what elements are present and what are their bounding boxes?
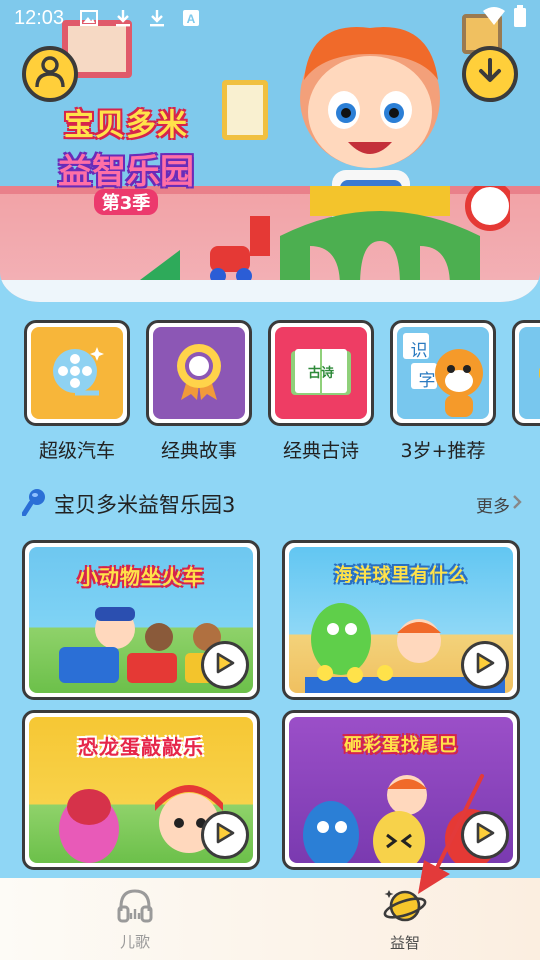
video-title: 砸彩蛋找尾巴	[344, 735, 458, 756]
book-label: 古诗	[307, 366, 334, 381]
category-tile-bg	[31, 327, 123, 419]
section-title: 宝贝多米益智乐园3	[54, 493, 236, 517]
pointer-arrow-annotation	[418, 774, 484, 894]
category-super-cars[interactable]: 超级汽车	[24, 320, 130, 470]
video-thumbnail: 小动物坐火车	[29, 547, 253, 693]
tile-char: 字	[418, 371, 436, 391]
category-tile: 识 字	[390, 320, 496, 426]
category-tile-bg	[519, 327, 540, 419]
section-header: 宝贝多米益智乐园3 更多	[21, 486, 522, 522]
tile-char: 识	[410, 341, 428, 361]
video-card[interactable]: 恐龙蛋敲敲乐	[22, 710, 260, 870]
play-icon	[214, 651, 236, 679]
download-icon	[112, 7, 134, 29]
wifi-icon	[482, 6, 506, 30]
category-tile	[146, 320, 252, 426]
video-title: 海洋球里有什么	[334, 565, 468, 586]
banner-title-line2: 益智乐园	[58, 152, 194, 192]
category-tile	[24, 320, 130, 426]
nav-tab-puzzle[interactable]: 益智	[270, 878, 540, 960]
category-3plus-recommend[interactable]: 识 字 3岁+推荐	[390, 320, 496, 470]
play-button[interactable]	[461, 641, 509, 689]
wall-picture-frame	[222, 80, 268, 140]
download-icon	[146, 7, 168, 29]
video-title: 小动物坐火车	[78, 565, 204, 589]
category-tile	[512, 320, 540, 426]
banner-title-line1: 宝贝多米	[64, 108, 188, 143]
more-link[interactable]: 更多	[476, 492, 522, 517]
category-tile-bg: 古诗	[275, 327, 367, 419]
download-arrow-icon	[475, 57, 505, 91]
status-bar: 12:03 A	[0, 0, 540, 36]
status-time: 12:03	[14, 6, 65, 29]
book-icon: 古诗	[289, 347, 353, 399]
category-classic-stories[interactable]: 经典故事	[146, 320, 252, 470]
film-reel-icon	[47, 341, 107, 405]
chevron-right-icon	[512, 494, 522, 515]
category-more[interactable]: 多	[512, 320, 540, 470]
microphone-icon	[21, 488, 46, 520]
category-label: 3岁+推荐	[400, 440, 486, 462]
car-icon	[535, 351, 540, 395]
nav-label: 益智	[389, 933, 420, 952]
image-icon	[78, 7, 100, 29]
play-button[interactable]	[201, 641, 249, 689]
user-icon	[34, 55, 66, 93]
banner-title: 宝贝多米 益智乐园 第3季	[46, 100, 206, 215]
headphones-icon	[115, 887, 155, 929]
nav-tab-songs[interactable]: 儿歌	[0, 878, 270, 960]
hero-banner[interactable]: 宝贝多米 益智乐园 第3季	[0, 0, 540, 302]
category-row[interactable]: 超级汽车 经典故事 古诗 经典古诗 识 字 3岁+推荐	[0, 320, 540, 470]
play-icon	[474, 651, 496, 679]
banner-title-season: 第3季	[93, 189, 159, 215]
battery-icon	[514, 5, 526, 31]
video-thumbnail: 恐龙蛋敲敲乐	[29, 717, 253, 863]
download-button[interactable]	[462, 46, 518, 102]
category-tile: 古诗	[268, 320, 374, 426]
svg-text:A: A	[187, 12, 196, 26]
more-label: 更多	[476, 496, 510, 517]
video-thumbnail: 海洋球里有什么	[289, 547, 513, 693]
medal-icon	[169, 340, 229, 406]
blocks-illustration	[250, 186, 510, 286]
play-icon	[214, 821, 236, 849]
video-card[interactable]: 小动物坐火车	[22, 540, 260, 700]
category-label: 经典古诗	[282, 440, 359, 462]
keyboard-a-icon: A	[180, 7, 202, 29]
category-classic-poems[interactable]: 古诗 经典古诗	[268, 320, 374, 470]
category-label: 经典故事	[160, 440, 237, 462]
category-tile-bg	[153, 327, 245, 419]
nav-label: 儿歌	[119, 932, 150, 951]
video-card[interactable]: 海洋球里有什么	[282, 540, 520, 700]
category-tile-bg: 识 字	[397, 327, 489, 419]
user-profile-button[interactable]	[22, 46, 78, 102]
tiger-icon: 识 字	[397, 327, 489, 419]
category-label: 超级汽车	[38, 440, 115, 462]
banner-bottom-edge	[0, 280, 540, 302]
video-title: 恐龙蛋敲敲乐	[78, 735, 204, 759]
play-button[interactable]	[201, 811, 249, 859]
